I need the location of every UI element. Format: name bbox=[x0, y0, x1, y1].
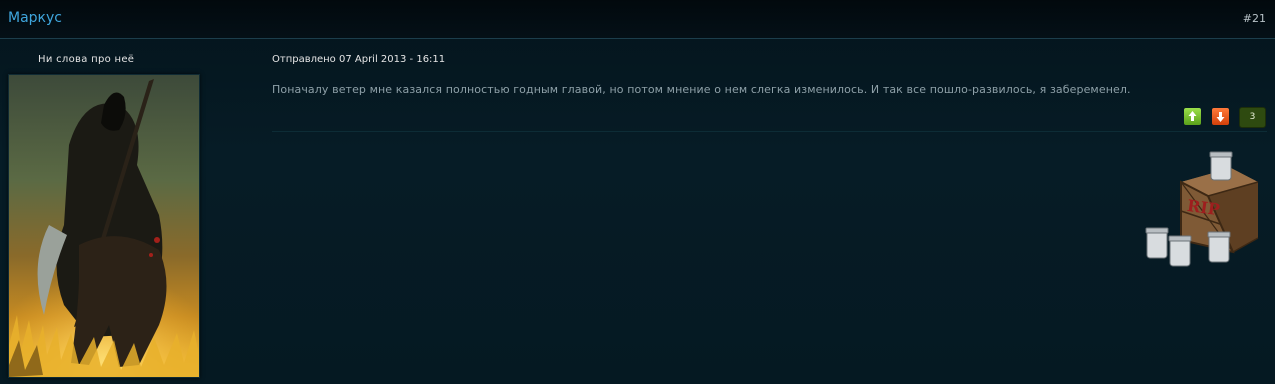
reputation-down-button[interactable] bbox=[1212, 108, 1229, 125]
arrow-down-icon bbox=[1216, 112, 1225, 122]
post-date: Отправлено 07 April 2013 - 16:11 bbox=[272, 54, 446, 65]
post-header: Маркус #21 bbox=[0, 0, 1275, 39]
avatar-image bbox=[9, 75, 199, 377]
arrow-up-icon bbox=[1188, 111, 1197, 121]
reputation-up-button[interactable] bbox=[1184, 108, 1201, 125]
signature-image: RIP bbox=[1143, 150, 1265, 272]
avatar bbox=[8, 74, 200, 378]
author-name-link[interactable]: Маркус bbox=[8, 10, 62, 26]
post-divider bbox=[272, 131, 1267, 132]
rip-crate-with-jars-icon: RIP bbox=[1145, 151, 1259, 267]
post-number[interactable]: #21 bbox=[1243, 12, 1266, 25]
forum-post: Маркус #21 Ни слова про неё Отправлено 0… bbox=[0, 0, 1275, 384]
post-body: Поначалу ветер мне казался полностью год… bbox=[272, 83, 1131, 96]
reputation-count: 3 bbox=[1239, 107, 1266, 128]
user-status: Ни слова про неё bbox=[38, 54, 135, 65]
